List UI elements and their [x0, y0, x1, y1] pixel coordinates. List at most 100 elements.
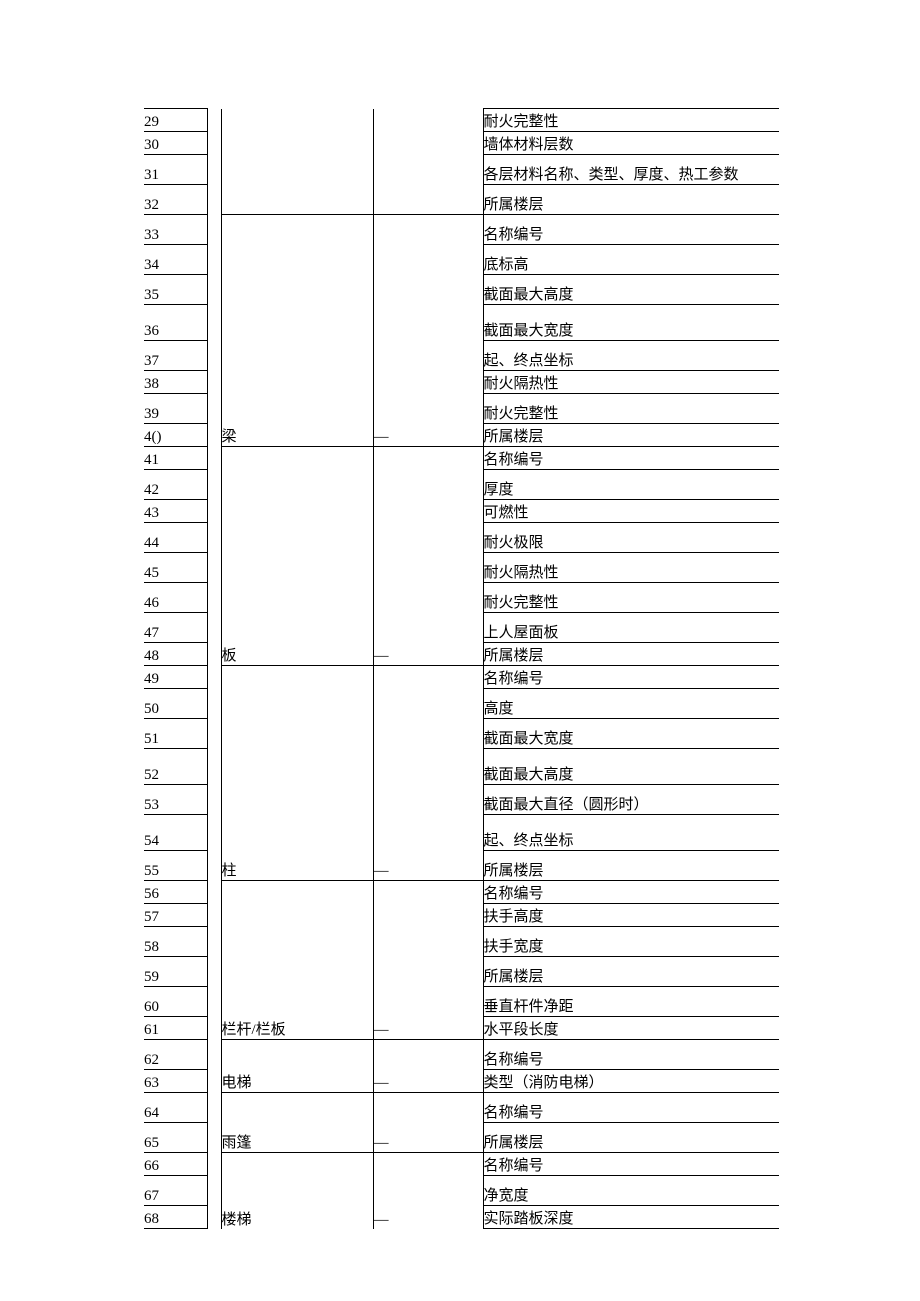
- attr-cell: 所属楼层: [483, 185, 779, 215]
- row-number: 64: [144, 1093, 207, 1123]
- dash-cell: [373, 109, 483, 215]
- attr-cell: 耐火完整性: [483, 583, 779, 613]
- attr-cell: 高度: [483, 689, 779, 719]
- row-number: 29: [144, 109, 207, 132]
- category-cell: 梁: [221, 215, 373, 447]
- attr-cell: 所属楼层: [483, 957, 779, 987]
- attr-cell: 可燃性: [483, 500, 779, 523]
- row-number: 48: [144, 643, 207, 666]
- row-number: 32: [144, 185, 207, 215]
- table-row: 56 栏杆/栏板 — 名称编号: [144, 881, 779, 904]
- table-row: 33 梁 — 名称编号: [144, 215, 779, 245]
- attr-cell: 所属楼层: [483, 424, 779, 447]
- table-row: 66 楼梯 — 名称编号: [144, 1153, 779, 1176]
- attr-cell: 所属楼层: [483, 1123, 779, 1153]
- attr-cell: 截面最大直径（圆形时）: [483, 785, 779, 815]
- attr-cell: 耐火隔热性: [483, 553, 779, 583]
- table-row: 49 柱 — 名称编号: [144, 666, 779, 689]
- attr-cell: 扶手高度: [483, 904, 779, 927]
- attr-cell: 耐火完整性: [483, 109, 779, 132]
- row-number: 54: [144, 815, 207, 851]
- row-number: 50: [144, 689, 207, 719]
- attr-cell: 各层材料名称、类型、厚度、热工参数: [483, 155, 779, 185]
- table-row: 41 板 — 名称编号: [144, 447, 779, 470]
- category-cell: 栏杆/栏板: [221, 881, 373, 1040]
- table-row: 62 电梯 — 名称编号: [144, 1040, 779, 1070]
- row-number: 56: [144, 881, 207, 904]
- row-number: 39: [144, 394, 207, 424]
- category-cell: 电梯: [221, 1040, 373, 1093]
- dash-cell: —: [373, 1153, 483, 1229]
- attr-cell: 厚度: [483, 470, 779, 500]
- row-number: 43: [144, 500, 207, 523]
- row-number: 49: [144, 666, 207, 689]
- blank-spacer: [207, 109, 221, 1229]
- category-cell: 板: [221, 447, 373, 666]
- table-row: 29 耐火完整性: [144, 109, 779, 132]
- row-number: 55: [144, 851, 207, 881]
- row-number: 33: [144, 215, 207, 245]
- attr-cell: 底标高: [483, 245, 779, 275]
- row-number: 63: [144, 1070, 207, 1093]
- attr-cell: 名称编号: [483, 1153, 779, 1176]
- attr-cell: 起、终点坐标: [483, 341, 779, 371]
- row-number: 36: [144, 305, 207, 341]
- attr-cell: 截面最大高度: [483, 749, 779, 785]
- row-number: 37: [144, 341, 207, 371]
- attr-cell: 垂直杆件净距: [483, 987, 779, 1017]
- row-number: 30: [144, 132, 207, 155]
- row-number: 57: [144, 904, 207, 927]
- row-number: 60: [144, 987, 207, 1017]
- attr-cell: 实际踏板深度: [483, 1206, 779, 1229]
- row-number: 68: [144, 1206, 207, 1229]
- category-cell: 楼梯: [221, 1153, 373, 1229]
- row-number: 42: [144, 470, 207, 500]
- attr-cell: 名称编号: [483, 215, 779, 245]
- attr-cell: 起、终点坐标: [483, 815, 779, 851]
- attr-cell: 耐火隔热性: [483, 371, 779, 394]
- dash-cell: —: [373, 666, 483, 881]
- attr-cell: 名称编号: [483, 881, 779, 904]
- row-number: 52: [144, 749, 207, 785]
- attr-cell: 扶手宽度: [483, 927, 779, 957]
- attr-cell: 名称编号: [483, 1093, 779, 1123]
- row-number: 65: [144, 1123, 207, 1153]
- attr-cell: 所属楼层: [483, 851, 779, 881]
- row-number: 62: [144, 1040, 207, 1070]
- category-cell: [221, 109, 373, 215]
- category-cell: 雨篷: [221, 1093, 373, 1153]
- attributes-table: 29 耐火完整性 30 墙体材料层数 31 各层材料名称、类型、厚度、热工参数 …: [144, 108, 779, 1229]
- table-row: 64 雨篷 — 名称编号: [144, 1093, 779, 1123]
- row-number: 67: [144, 1176, 207, 1206]
- row-number: 53: [144, 785, 207, 815]
- attr-cell: 截面最大宽度: [483, 305, 779, 341]
- dash-cell: —: [373, 447, 483, 666]
- row-number: 31: [144, 155, 207, 185]
- table-body: 29 耐火完整性 30 墙体材料层数 31 各层材料名称、类型、厚度、热工参数 …: [144, 109, 779, 1229]
- attr-cell: 耐火极限: [483, 523, 779, 553]
- attr-cell: 名称编号: [483, 666, 779, 689]
- row-number: 66: [144, 1153, 207, 1176]
- document-page: 29 耐火完整性 30 墙体材料层数 31 各层材料名称、类型、厚度、热工参数 …: [0, 0, 920, 1301]
- attr-cell: 截面最大高度: [483, 275, 779, 305]
- dash-cell: —: [373, 881, 483, 1040]
- row-number: 45: [144, 553, 207, 583]
- category-cell: 柱: [221, 666, 373, 881]
- row-number: 51: [144, 719, 207, 749]
- attr-cell: 名称编号: [483, 447, 779, 470]
- row-number: 34: [144, 245, 207, 275]
- attr-cell: 净宽度: [483, 1176, 779, 1206]
- attr-cell: 墙体材料层数: [483, 132, 779, 155]
- row-number: 44: [144, 523, 207, 553]
- attr-cell: 名称编号: [483, 1040, 779, 1070]
- row-number: 47: [144, 613, 207, 643]
- attr-cell: 类型（消防电梯）: [483, 1070, 779, 1093]
- row-number: 59: [144, 957, 207, 987]
- row-number: 35: [144, 275, 207, 305]
- attr-cell: 所属楼层: [483, 643, 779, 666]
- row-number: 38: [144, 371, 207, 394]
- row-number: 4(): [144, 424, 207, 447]
- attr-cell: 截面最大宽度: [483, 719, 779, 749]
- row-number: 46: [144, 583, 207, 613]
- row-number: 41: [144, 447, 207, 470]
